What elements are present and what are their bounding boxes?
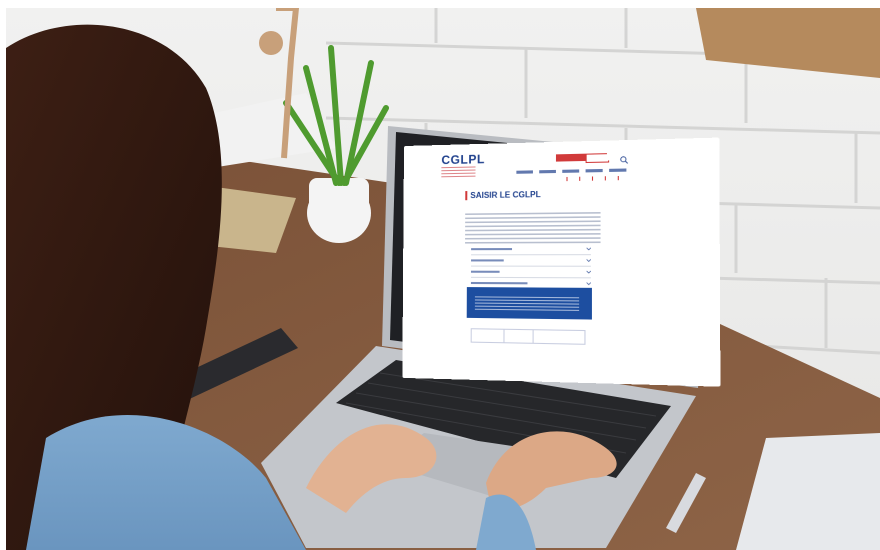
- page-title: SAISIR LE CGLPL: [465, 189, 541, 201]
- panel-text-graphic: [474, 296, 580, 312]
- expanded-info-panel: [466, 287, 592, 320]
- top-red-button[interactable]: [555, 153, 586, 162]
- chevron-down-icon: [587, 269, 591, 274]
- nav-active-markers: [566, 175, 631, 182]
- chevron-down-icon: [587, 258, 591, 263]
- accordion-item[interactable]: [471, 255, 591, 267]
- intro-paragraph: [465, 212, 601, 245]
- bottom-button-1[interactable]: [470, 328, 508, 344]
- search-icon[interactable]: [620, 151, 629, 170]
- top-outline-button[interactable]: [585, 153, 610, 164]
- accordion-label-graphic: [471, 259, 504, 262]
- chevron-down-icon: [587, 281, 591, 286]
- bottom-button-3[interactable]: [532, 329, 586, 345]
- website-page: CGLPL SAISIR LE CGLPL: [402, 137, 721, 387]
- accordion-label-graphic: [471, 248, 513, 251]
- photo-scene: CGLPL SAISIR LE CGLPL: [0, 0, 880, 550]
- chevron-down-icon: [587, 246, 591, 251]
- main-navigation[interactable]: [516, 168, 633, 174]
- laptop-screen: CGLPL SAISIR LE CGLPL: [402, 137, 721, 387]
- accordion-label-graphic: [470, 281, 528, 285]
- accordion-item[interactable]: [471, 243, 591, 256]
- photo-frame: CGLPL SAISIR LE CGLPL: [6, 8, 880, 550]
- site-logo: CGLPL: [441, 151, 485, 168]
- accordion-item[interactable]: [470, 266, 591, 279]
- logo-tagline-graphic: [441, 166, 476, 178]
- accordion-label-graphic: [470, 270, 500, 273]
